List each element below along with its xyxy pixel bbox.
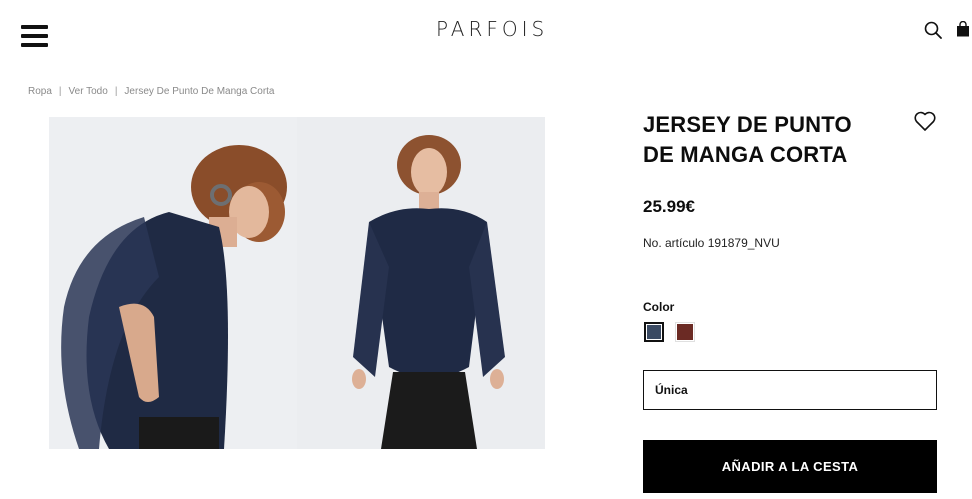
size-select[interactable]: Única [643,370,937,410]
hamburger-menu-icon[interactable] [21,25,48,48]
breadcrumb-separator: | [114,86,118,97]
product-price: 25.99€ [643,197,695,216]
breadcrumb-item-ver-todo[interactable]: Ver Todo [69,86,108,97]
logo[interactable]: PARFOIS [436,18,566,40]
add-to-cart-button[interactable]: AÑADIR A LA CESTA [643,440,937,493]
breadcrumb-separator: | [58,86,62,97]
breadcrumb-item-current: Jersey De Punto De Manga Corta [124,86,275,97]
product-sku: No. artículo 191879_NVU [643,236,780,250]
product-image-side[interactable] [49,117,297,449]
heart-icon[interactable] [913,110,937,132]
breadcrumb: Ropa | Ver Todo | Jersey De Punto De Manga C… [28,86,275,97]
product-title-line-1: JERSEY DE PUNTO [643,112,852,137]
color-swatch-brown[interactable] [675,322,695,342]
search-icon[interactable] [924,21,942,39]
breadcrumb-item-ropa[interactable]: Ropa [28,86,52,97]
color-swatch-navy[interactable] [644,322,664,342]
product-title-line-2: DE MANGA CORTA [643,142,848,167]
product-title: JERSEY DE PUNTO DE MANGA CORTA [643,110,903,170]
color-label: Color [643,300,675,314]
shopping-bag-icon[interactable] [956,21,970,37]
product-image-front[interactable] [297,117,545,449]
